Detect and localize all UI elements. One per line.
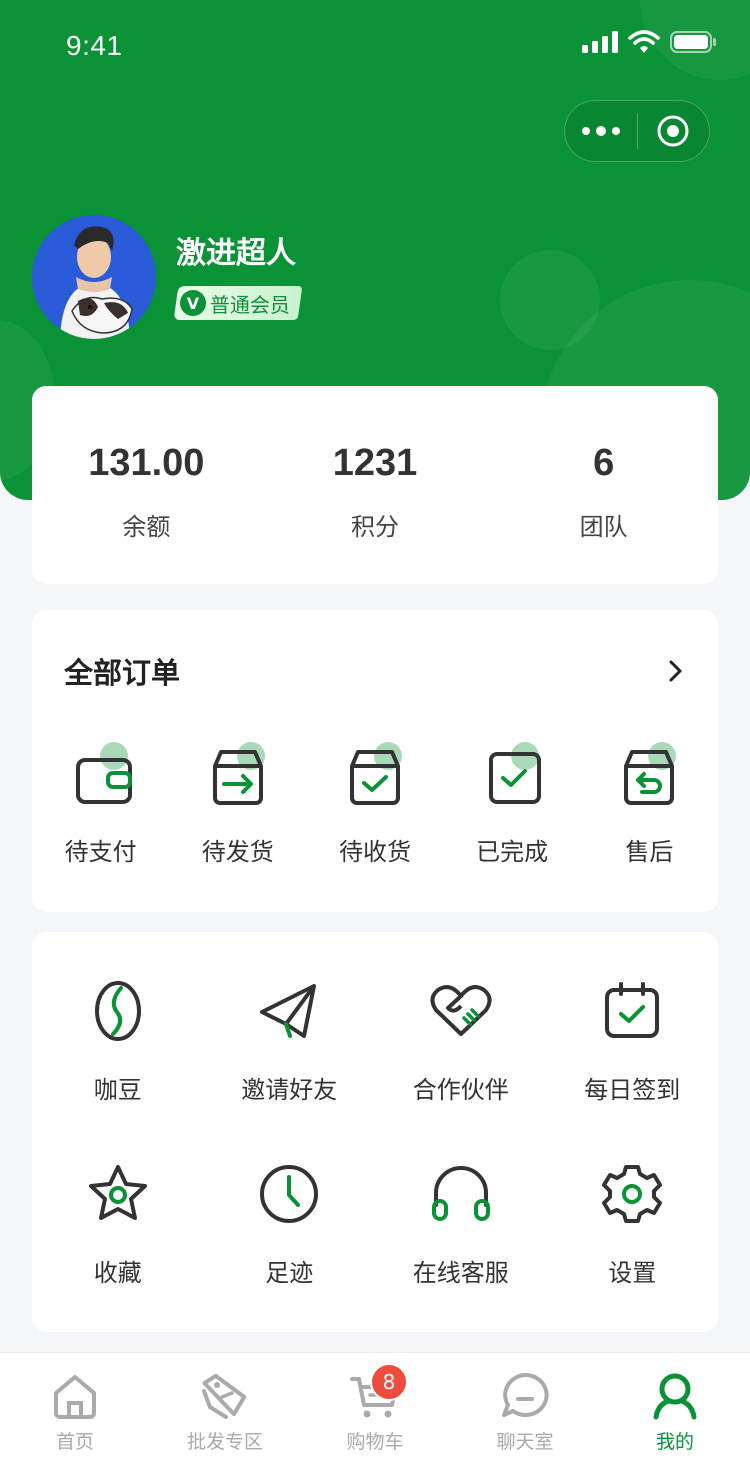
vip-icon: V bbox=[180, 290, 206, 316]
nickname: 激进超人 bbox=[176, 236, 296, 271]
stat-value: 6 bbox=[593, 442, 615, 484]
service-daily-checkin[interactable]: 每日签到 bbox=[547, 978, 719, 1105]
more-dots-icon bbox=[581, 126, 620, 136]
headset-icon bbox=[431, 1166, 490, 1221]
member-level-badge: V 普通会员 bbox=[173, 286, 303, 320]
services-grid: 咖豆 邀请好友 合作伙伴 每日签到 收藏 足迹 在线客服 设置 bbox=[32, 978, 718, 1288]
service-label: 收藏 bbox=[93, 1259, 142, 1287]
order-completed[interactable]: 已完成 bbox=[444, 742, 581, 867]
clock-icon bbox=[260, 1165, 319, 1223]
service-label: 设置 bbox=[608, 1259, 657, 1287]
tab-chat[interactable]: 聊天室 bbox=[450, 1353, 600, 1464]
signal-icon bbox=[582, 31, 618, 53]
orders-card: 全部订单 待支付 待发货 待收货 已完成 售后 bbox=[32, 610, 718, 912]
order-label: 售后 bbox=[625, 838, 674, 866]
order-label: 已完成 bbox=[476, 838, 549, 866]
chevron-right-icon bbox=[669, 660, 682, 682]
cart-count-badge: 8 bbox=[370, 1363, 408, 1401]
stat-points[interactable]: 1231 积分 bbox=[261, 386, 490, 584]
stat-value: 131.00 bbox=[88, 442, 205, 484]
orders-title: 全部订单 bbox=[64, 656, 181, 690]
service-customer-support[interactable]: 在线客服 bbox=[375, 1161, 547, 1288]
tab-label: 购物车 bbox=[346, 1431, 404, 1453]
tags-icon bbox=[202, 1373, 247, 1419]
service-label: 足迹 bbox=[265, 1259, 314, 1287]
order-status-row: 待支付 待发货 待收货 已完成 售后 bbox=[32, 742, 718, 867]
service-label: 合作伙伴 bbox=[412, 1076, 509, 1104]
status-icons bbox=[582, 30, 718, 54]
tab-label: 我的 bbox=[655, 1431, 694, 1453]
paper-plane-icon bbox=[260, 984, 317, 1038]
order-label: 待发货 bbox=[201, 838, 274, 866]
box-check-icon bbox=[349, 742, 402, 805]
stat-value: 1231 bbox=[332, 442, 418, 484]
tab-cart[interactable]: 8 购物车 bbox=[300, 1353, 450, 1464]
stat-label: 积分 bbox=[351, 513, 399, 541]
tab-label: 首页 bbox=[55, 1431, 94, 1453]
tab-label: 聊天室 bbox=[496, 1431, 554, 1453]
member-level-label: 普通会员 bbox=[210, 292, 290, 317]
tab-home[interactable]: 首页 bbox=[0, 1353, 150, 1464]
status-time: 9:41 bbox=[66, 30, 123, 61]
more-button[interactable] bbox=[565, 101, 637, 161]
order-after-sales[interactable]: 售后 bbox=[581, 742, 718, 867]
order-pending-payment[interactable]: 待支付 bbox=[32, 742, 169, 867]
box-return-icon bbox=[624, 742, 677, 805]
tab-wholesale[interactable]: 批发专区 bbox=[150, 1353, 300, 1464]
profile-info: 激进超人 V 普通会员 bbox=[173, 234, 303, 320]
bottom-tab-bar: 首页 批发专区 8 购物车 聊天室 我的 bbox=[0, 1352, 750, 1464]
order-label: 待支付 bbox=[64, 838, 137, 866]
close-miniprogram-button[interactable] bbox=[638, 101, 710, 161]
box-arrow-icon bbox=[212, 742, 265, 805]
coffee-bean-icon bbox=[94, 981, 141, 1041]
status-bar: 9:41 bbox=[0, 0, 750, 90]
service-label: 每日签到 bbox=[584, 1076, 681, 1104]
service-invite-friends[interactable]: 邀请好友 bbox=[204, 978, 376, 1105]
check-square-icon bbox=[489, 742, 542, 804]
order-label: 待收货 bbox=[338, 838, 411, 866]
tab-label: 批发专区 bbox=[186, 1431, 263, 1453]
heart-handshake-icon bbox=[430, 985, 492, 1036]
battery-icon bbox=[670, 31, 716, 53]
stat-label: 团队 bbox=[579, 513, 628, 541]
service-partners[interactable]: 合作伙伴 bbox=[375, 978, 547, 1105]
tab-mine[interactable]: 我的 bbox=[600, 1353, 750, 1464]
home-icon bbox=[54, 1375, 96, 1419]
stat-team[interactable]: 6 团队 bbox=[489, 386, 718, 584]
services-card: 咖豆 邀请好友 合作伙伴 每日签到 收藏 足迹 在线客服 设置 bbox=[32, 932, 718, 1332]
target-icon bbox=[657, 115, 689, 147]
service-favorites[interactable]: 收藏 bbox=[32, 1161, 204, 1288]
miniprogram-capsule bbox=[564, 100, 710, 162]
service-label: 邀请好友 bbox=[241, 1076, 338, 1104]
stat-balance[interactable]: 131.00 余额 bbox=[32, 386, 261, 584]
wallet-icon bbox=[75, 742, 132, 804]
service-coffee-beans[interactable]: 咖豆 bbox=[32, 978, 204, 1105]
service-label: 咖豆 bbox=[93, 1076, 142, 1104]
avatar[interactable] bbox=[32, 215, 156, 339]
order-pending-receipt[interactable]: 待收货 bbox=[306, 742, 443, 867]
order-pending-shipment[interactable]: 待发货 bbox=[169, 742, 306, 867]
gear-icon bbox=[602, 1165, 663, 1223]
stat-label: 余额 bbox=[122, 513, 171, 541]
service-history[interactable]: 足迹 bbox=[204, 1161, 376, 1288]
profile: 激进超人 V 普通会员 bbox=[32, 215, 303, 339]
service-settings[interactable]: 设置 bbox=[547, 1161, 719, 1288]
user-icon bbox=[653, 1373, 697, 1420]
all-orders-link[interactable]: 全部订单 bbox=[64, 650, 686, 692]
stats-card: 131.00 余额 1231 积分 6 团队 bbox=[32, 386, 718, 584]
calendar-check-icon bbox=[605, 982, 660, 1038]
chat-icon bbox=[502, 1372, 549, 1417]
star-icon bbox=[88, 1165, 147, 1220]
wifi-icon bbox=[628, 30, 660, 53]
service-label: 在线客服 bbox=[412, 1259, 509, 1287]
